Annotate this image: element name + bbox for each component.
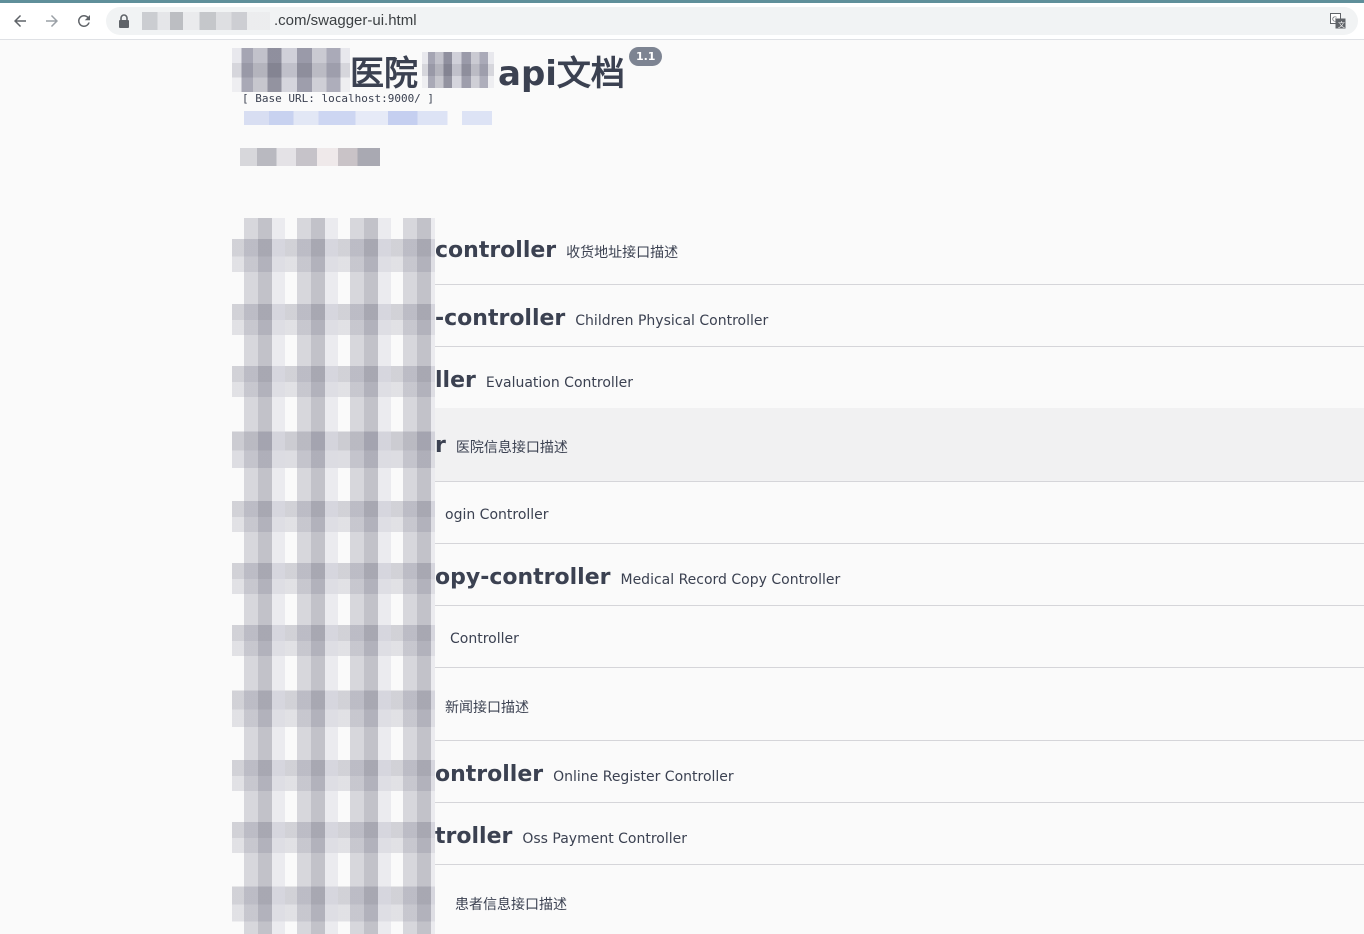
tag-section-8[interactable]: ontroller Online Register Controller (232, 740, 1364, 803)
redacted-tag-prefix (232, 408, 435, 481)
tag-description: 收货地址接口描述 (566, 245, 679, 261)
translate-icon[interactable]: G 文 (1330, 13, 1346, 29)
redacted-tag-prefix (232, 740, 435, 802)
tag-name: opy-controller (435, 565, 611, 590)
base-url: [ Base URL: localhost:9000/ ] (242, 92, 435, 105)
redacted-title-prefix (232, 48, 350, 92)
tag-description: Evaluation Controller (485, 375, 634, 391)
tag-section-10[interactable]: 患者信息接口描述 (232, 864, 1364, 934)
url-redacted-host (142, 12, 270, 30)
tag-description: Medical Record Copy Controller (620, 572, 841, 588)
tag-section-4[interactable]: ogin Controller (232, 481, 1364, 544)
tag-name: -controller (435, 306, 566, 331)
tag-name: ontroller (435, 762, 544, 787)
tag-section-2[interactable]: ller Evaluation Controller (232, 346, 1364, 409)
tag-name: controller (435, 238, 557, 263)
tag-name: ller (435, 368, 476, 393)
url-text: .com/swagger-ui.html (274, 12, 417, 29)
tag-name: r (435, 433, 446, 458)
redacted-tag-prefix (232, 218, 435, 284)
redacted-tag-prefix (232, 346, 435, 408)
tag-section-7[interactable]: 新闻接口描述 (232, 667, 1364, 741)
tag-description: 患者信息接口描述 (455, 897, 567, 913)
tag-section-0[interactable]: controller 收货地址接口描述 (232, 218, 1364, 285)
tag-section-3[interactable]: r 医院信息接口描述 (232, 408, 1364, 482)
tag-description: Children Physical Controller (575, 313, 769, 329)
tag-description: 医院信息接口描述 (455, 440, 568, 456)
redacted-tag-prefix (232, 864, 435, 934)
tag-section-1[interactable]: -controller Children Physical Controller (232, 284, 1364, 347)
back-button[interactable] (8, 9, 32, 33)
redacted-title-middle (422, 52, 494, 88)
address-bar[interactable]: .com/swagger-ui.html G 文 (106, 7, 1358, 35)
reload-button[interactable] (72, 9, 96, 33)
redacted-tag-prefix (232, 284, 435, 346)
tag-description: Online Register Controller (553, 769, 734, 785)
redacted-tag-prefix (232, 667, 435, 740)
tag-section-6[interactable]: Controller (232, 605, 1364, 668)
forward-arrow-icon (46, 15, 58, 27)
tag-description: Controller (450, 631, 519, 647)
tag-description: Oss Payment Controller (522, 831, 688, 847)
version-badge: 1.1 (628, 46, 663, 66)
tag-description: 新闻接口描述 (445, 700, 529, 716)
redacted-tag-prefix (232, 543, 435, 605)
redacted-tag-prefix (232, 481, 435, 543)
svg-text:文: 文 (1338, 20, 1345, 29)
svg-text:G: G (1332, 16, 1337, 24)
tag-section-9[interactable]: troller Oss Payment Controller (232, 802, 1364, 865)
back-arrow-icon (14, 15, 26, 27)
redacted-tag-prefix (232, 802, 435, 864)
title-part-api-docs: api文档 (498, 53, 625, 94)
tag-description: ogin Controller (445, 507, 549, 523)
reload-icon (77, 14, 90, 27)
redacted-tag-prefix (232, 605, 435, 667)
tag-section-5[interactable]: opy-controller Medical Record Copy Contr… (232, 543, 1364, 606)
redacted-description (240, 148, 380, 166)
title-part-hospital: 医院 (350, 53, 418, 94)
tag-name: troller (435, 824, 513, 849)
forward-button[interactable] (40, 9, 64, 33)
redacted-api-docs-link[interactable] (244, 111, 492, 125)
browser-toolbar: .com/swagger-ui.html G 文 (0, 3, 1364, 40)
lock-icon (119, 14, 129, 28)
page-title: 医院 api文档 1.1 (232, 46, 663, 94)
